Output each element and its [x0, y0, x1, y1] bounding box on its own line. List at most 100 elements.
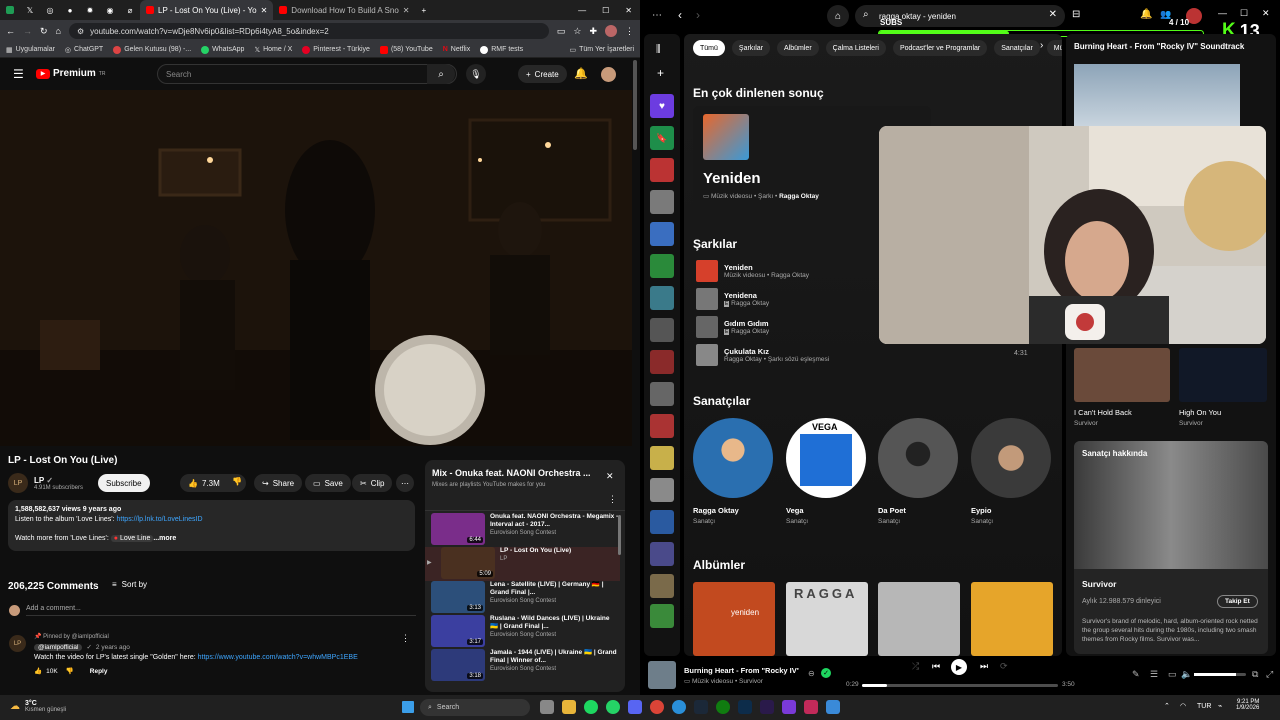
library-item[interactable]	[650, 510, 674, 534]
forward-icon[interactable]: →	[23, 26, 32, 36]
whatsapp-icon[interactable]	[606, 700, 620, 714]
artist-card[interactable]: Eypio Sanatçı	[971, 418, 1055, 525]
dislike-icon[interactable]: 👎	[232, 477, 242, 486]
windows-start-icon[interactable]	[402, 701, 414, 713]
photoshop-icon[interactable]	[738, 700, 752, 714]
mute-icon[interactable]: ⌀	[120, 6, 140, 15]
playlist-item[interactable]: 3:18 Jamala - 1944 (LIVE) | Ukraine 🇺🇦 |…	[431, 649, 619, 683]
clip-button[interactable]: ✂ Clip	[352, 474, 393, 492]
minimize-icon[interactable]: —	[1218, 8, 1227, 18]
library-item[interactable]	[650, 542, 674, 566]
library-item[interactable]	[650, 158, 674, 182]
thumbs-up-icon[interactable]: 👍	[34, 667, 42, 675]
bookmark-star-icon[interactable]: ☆	[573, 26, 581, 37]
playlist-item[interactable]: 6:44 Onuka feat. NAONI Orchestra - Megam…	[431, 513, 619, 547]
now-playing-cover[interactable]	[648, 661, 676, 689]
progress-track[interactable]	[862, 684, 1058, 687]
chip-artists[interactable]: Sanatçılar	[994, 40, 1040, 56]
library-item[interactable]	[650, 286, 674, 310]
forward-icon[interactable]: ›	[696, 8, 700, 22]
microphone-icon[interactable]: 🎙	[466, 64, 486, 84]
extensions-icon[interactable]: ✚	[589, 26, 597, 37]
chip-all[interactable]: Tümü	[693, 40, 725, 56]
remove-icon[interactable]: ⊖	[808, 669, 815, 678]
xbox-icon[interactable]	[716, 700, 730, 714]
album-cover[interactable]	[971, 582, 1053, 656]
playlist-chip[interactable]: ● Love Line	[110, 535, 154, 542]
tray-chevron-icon[interactable]: ⌃	[1164, 702, 1170, 710]
bookmark-apps[interactable]: ▦ Uygulamalar	[6, 46, 55, 54]
app-icon[interactable]	[804, 700, 818, 714]
settings-icon[interactable]: ✹	[80, 6, 100, 15]
premiere-icon[interactable]	[760, 700, 774, 714]
green-app-icon[interactable]	[0, 6, 20, 14]
close-icon[interactable]: ✕	[403, 6, 410, 15]
all-bookmarks[interactable]: ▭ Tüm Yer İşaretleri	[570, 46, 634, 54]
more-link[interactable]: ...more	[153, 535, 176, 542]
app-menu-icon[interactable]: ⋯	[652, 10, 662, 21]
search-input[interactable]: Search	[157, 64, 457, 84]
close-window-icon[interactable]: ✕	[617, 6, 640, 15]
close-icon[interactable]: ✕	[606, 471, 614, 482]
site-info-icon[interactable]: ⚙	[77, 27, 84, 36]
liked-songs-icon[interactable]: ♥	[650, 94, 674, 118]
video-player[interactable]	[0, 90, 632, 446]
artist-card[interactable]: Da Poet Sanatçı	[878, 418, 962, 525]
search-icon[interactable]: ⌕	[427, 64, 455, 84]
follow-button[interactable]: Takip Et	[1217, 595, 1258, 608]
address-bar[interactable]: ⚙ youtube.com/watch?v=wDje8Nv6ip0&list=RD…	[68, 23, 549, 39]
add-comment-input[interactable]: Add a comment...	[26, 605, 416, 616]
device-icon[interactable]: ▭	[1168, 669, 1177, 680]
taskbar-search[interactable]: ⌕ Search	[420, 699, 530, 716]
chrome-icon[interactable]	[650, 700, 664, 714]
file-explorer-icon[interactable]	[562, 700, 576, 714]
close-window-icon[interactable]: ✕	[1262, 8, 1270, 19]
fullscreen-icon[interactable]: ⤢	[1266, 669, 1273, 680]
home-icon[interactable]: ⌂	[827, 5, 849, 27]
new-tab-icon[interactable]: +	[415, 6, 432, 15]
library-item[interactable]	[650, 604, 674, 628]
task-view-icon[interactable]	[540, 700, 554, 714]
cast-icon[interactable]: ▭	[557, 26, 566, 37]
chatgpt-icon[interactable]: ◎	[40, 6, 60, 15]
library-item[interactable]	[650, 414, 674, 438]
next-icon[interactable]: ⏭	[980, 661, 988, 672]
bookmark-youtube[interactable]: (58) YouTube	[379, 45, 433, 54]
close-icon[interactable]: ✕	[261, 6, 268, 15]
playlist-item[interactable]: 3:13 Lena - Satellite (LIVE) | Germany 🇩…	[431, 581, 619, 615]
hamburger-menu-icon[interactable]: ☰	[13, 67, 24, 81]
home-icon[interactable]: ⌂	[56, 26, 61, 36]
sort-button[interactable]: ≡ Sort by	[112, 580, 147, 589]
maximize-icon[interactable]: ☐	[594, 6, 617, 15]
comment-menu-icon[interactable]: ⋮	[401, 633, 410, 644]
extension-icon[interactable]: ◉	[100, 6, 120, 15]
library-item[interactable]	[650, 574, 674, 598]
thumbs-down-icon[interactable]: 👎	[66, 667, 74, 675]
bookmark-x[interactable]: 𝕏 Home / X	[254, 46, 292, 54]
steam-icon[interactable]	[694, 700, 708, 714]
playlist-scrollbar[interactable]	[618, 515, 621, 555]
save-button[interactable]: ▭ Save	[305, 474, 351, 492]
more-actions-icon[interactable]: ⋯	[396, 474, 414, 492]
lyrics-icon[interactable]: ✎	[1132, 669, 1140, 680]
bookmark-inbox[interactable]: Gelen Kutusu (98) -...	[113, 45, 191, 54]
volume-slider[interactable]	[1194, 673, 1246, 676]
channel-avatar[interactable]: LP	[9, 635, 26, 652]
app-icon[interactable]	[826, 700, 840, 714]
comment-author[interactable]: @iamlpofficial	[34, 643, 83, 651]
chip-music[interactable]: Mü	[1046, 40, 1062, 56]
notifications-bell-icon[interactable]: 🔔	[574, 67, 588, 80]
bookmark-pinterest[interactable]: Pinterest - Türkiye	[302, 45, 370, 54]
chip-podcasts[interactable]: Podcast'ler ve Programlar	[892, 40, 988, 56]
queue-icon[interactable]: ☰	[1150, 669, 1158, 680]
play-button[interactable]: ▶	[951, 659, 967, 675]
chip-albums[interactable]: Albümler	[777, 40, 819, 56]
wifi-icon[interactable]: ◠	[1180, 702, 1186, 710]
language-indicator[interactable]: TUR	[1197, 703, 1211, 710]
library-item[interactable]	[650, 350, 674, 374]
library-item[interactable]	[650, 446, 674, 470]
create-button[interactable]: + Create	[518, 65, 567, 83]
song-row[interactable]: Çukulata Kız Ragga Oktay • Şarkı sözü eşl…	[696, 343, 996, 367]
maximize-icon[interactable]: ☐	[1240, 8, 1248, 19]
menu-dots-icon[interactable]: ⋮	[625, 26, 634, 37]
